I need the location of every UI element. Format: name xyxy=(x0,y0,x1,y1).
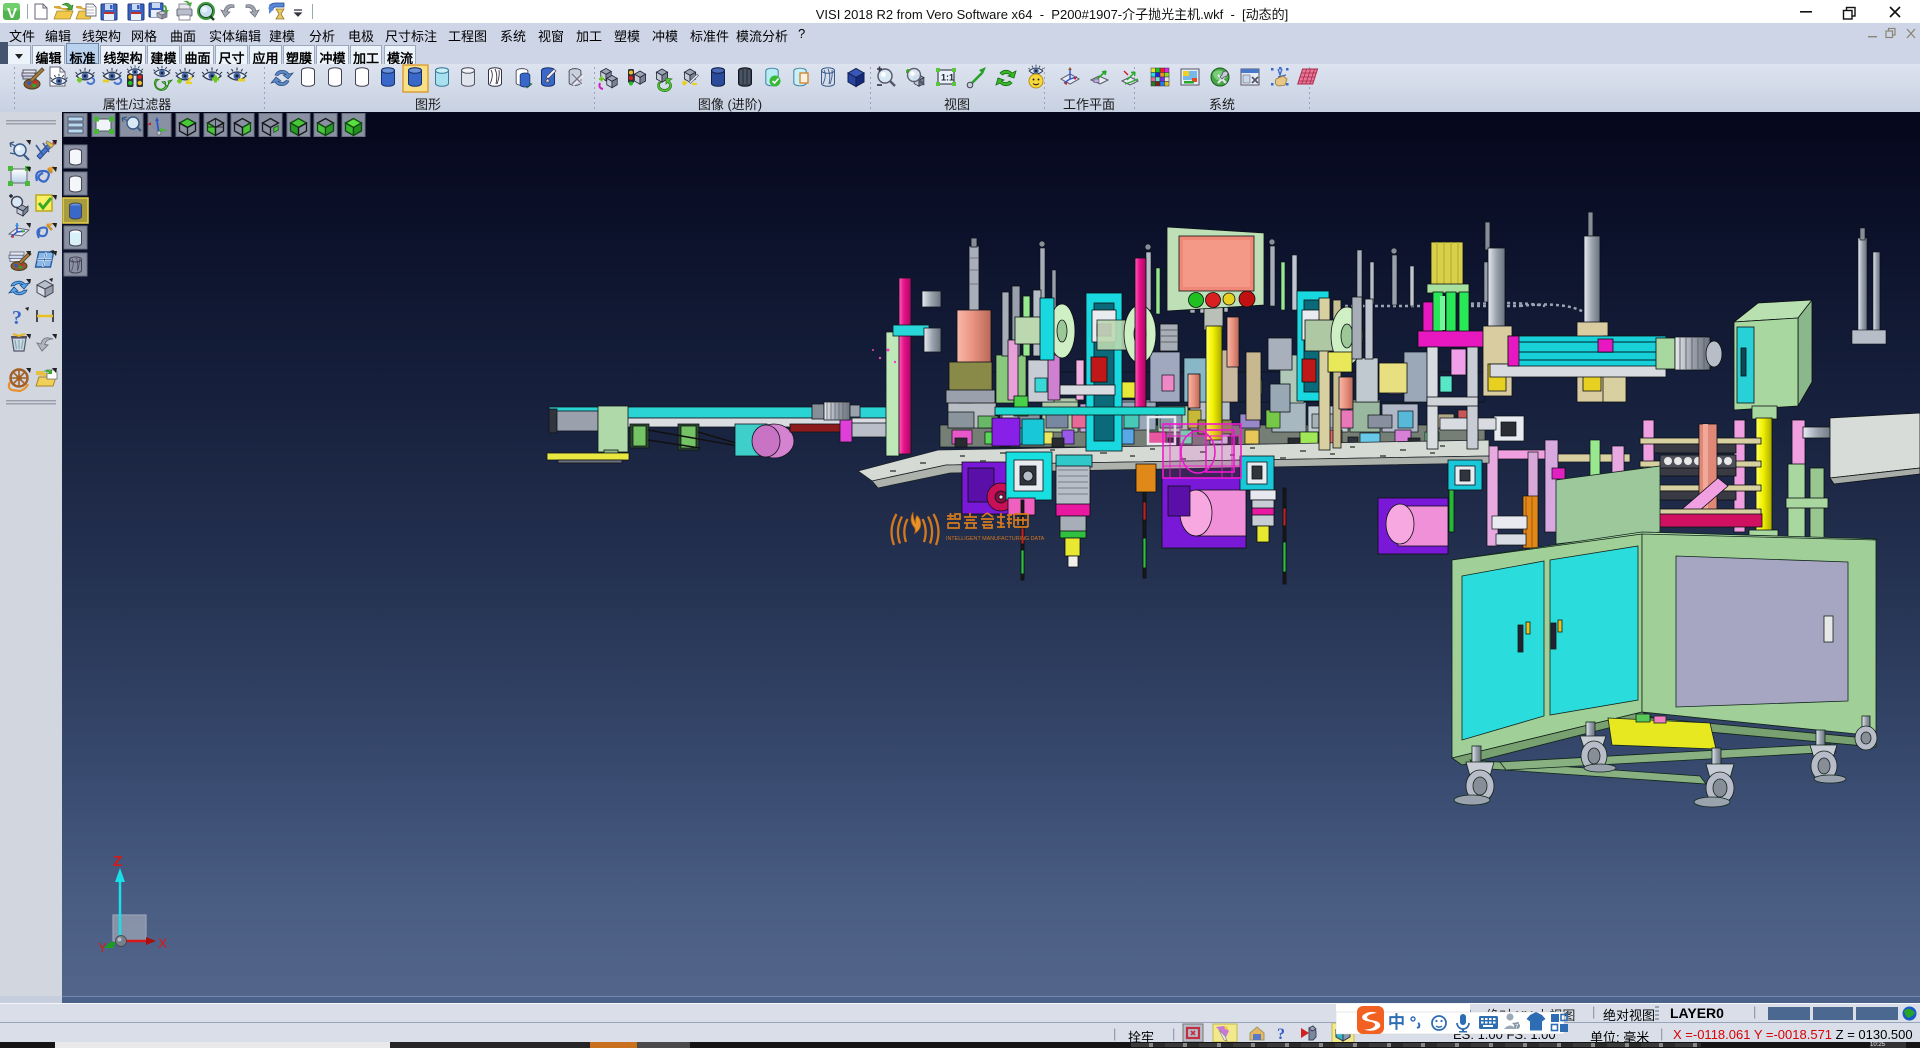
svg-text:Z: Z xyxy=(113,853,122,870)
svg-text:?: ? xyxy=(1277,1026,1285,1043)
svg-text:X: X xyxy=(158,935,168,951)
svg-text:1:1: 1:1 xyxy=(941,73,954,83)
svg-text:中: 中 xyxy=(1388,1012,1405,1032)
svg-text:Y: Y xyxy=(98,940,107,955)
svg-text:?: ? xyxy=(12,307,22,329)
svg-text:INTELLIGENT MANUFACTURING DATA: INTELLIGENT MANUFACTURING DATA xyxy=(946,536,1045,542)
svg-text:V: V xyxy=(7,5,17,22)
